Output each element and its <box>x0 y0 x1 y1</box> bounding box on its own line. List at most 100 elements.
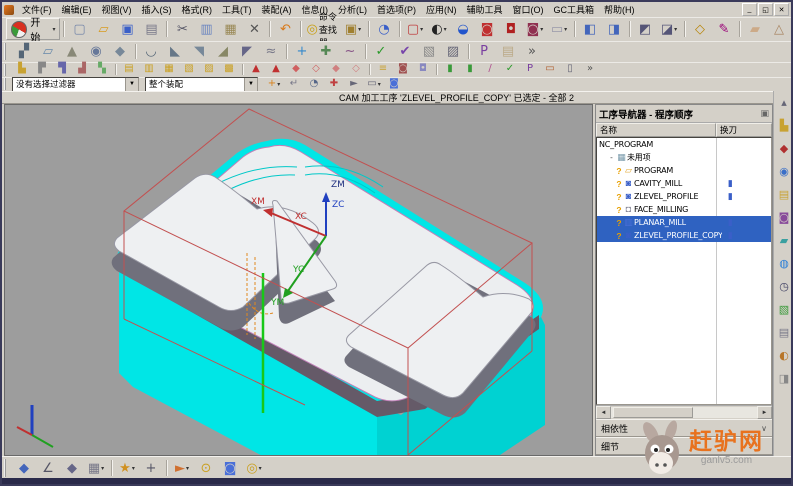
tree-expander[interactable]: - <box>607 153 616 162</box>
sketch-pencil-button[interactable]: ✎ <box>712 18 736 41</box>
close-button[interactable]: ✕ <box>774 3 789 16</box>
more-row2-button[interactable]: » <box>520 41 544 61</box>
assembly-cube-button[interactable]: ◙ <box>475 18 499 41</box>
move-component-button[interactable]: ◆ <box>60 458 84 478</box>
p-post-button[interactable]: P <box>520 62 540 77</box>
visual-effect-button[interactable]: △ <box>767 18 791 41</box>
orient-right-button[interactable]: ◨ <box>602 18 626 41</box>
trim-body-button[interactable]: ◢ <box>211 41 235 61</box>
horizontal-scrollbar[interactable]: ◄ ► <box>596 405 772 419</box>
shaded-cube-button[interactable]: ◙ <box>384 77 404 91</box>
shop-documentation-button[interactable]: ▩ <box>219 62 239 77</box>
undo-button[interactable]: ↶ <box>273 18 297 41</box>
simulation-tab-button[interactable]: ▰ <box>773 229 793 252</box>
workpiece-button[interactable]: ◘ <box>413 62 433 77</box>
marker-3-button[interactable]: ◆ <box>326 62 346 77</box>
measure-button[interactable]: ◇ <box>688 18 712 41</box>
scroll-thumb[interactable] <box>613 407 693 418</box>
select-arrow-button[interactable]: ► <box>344 77 364 91</box>
chevron-down-icon[interactable]: ▼ <box>244 78 257 91</box>
assembly-navigator-button[interactable]: ▙ <box>773 114 793 137</box>
more-row3-button[interactable]: » <box>580 62 600 77</box>
tree-row-未用项[interactable]: -▦未用项 <box>597 151 771 164</box>
sketch-button[interactable]: ▞ <box>12 41 36 61</box>
pin-red-2-button[interactable]: ▲ <box>266 62 286 77</box>
chamfer-button[interactable]: ◣ <box>163 41 187 61</box>
menu-item-assemblies[interactable]: 装配(A) <box>257 3 297 16</box>
tree-row-program[interactable]: ?▱PROGRAM <box>597 164 771 177</box>
edit-feature-button[interactable]: ▨ <box>441 41 465 61</box>
part-cube-button[interactable]: ◘ <box>499 18 523 41</box>
sphere-tool-button[interactable]: ◙ <box>218 458 242 478</box>
marker-1-button[interactable]: ◆ <box>286 62 306 77</box>
column-header-toolchange[interactable]: 换刀 <box>716 123 772 137</box>
tree-row-zlevel_profile_copy[interactable]: ?◙ZLEVEL_PROFILE_COPY▮ <box>597 229 771 242</box>
extrude-button[interactable]: ▲ <box>60 41 84 61</box>
print-button[interactable]: ▤ <box>139 18 163 41</box>
note-pad-button[interactable]: ▤ <box>496 41 520 61</box>
selection-filter-combo[interactable]: 没有选择过滤器 ▼ <box>12 77 139 92</box>
hole-button[interactable]: ◉ <box>84 41 108 61</box>
draft-button[interactable]: ◤ <box>235 41 259 61</box>
star-point-button[interactable]: ★▾ <box>115 458 139 478</box>
marker-2-button[interactable]: ◇ <box>306 62 326 77</box>
restore-button[interactable]: ◱ <box>758 3 773 16</box>
verify-button[interactable]: ✔ <box>393 41 417 61</box>
menu-item-aux-tools[interactable]: 辅助工具 <box>462 3 508 16</box>
examine-geometry-button[interactable]: ✓ <box>369 41 393 61</box>
menu-item-gc-toolbox[interactable]: GC工具箱 <box>549 3 600 16</box>
graphics-viewport[interactable]: ZM ZC XM XC YC YM <box>4 104 593 456</box>
create-geometry-button[interactable]: ▜ <box>52 62 72 77</box>
materials-tab-button[interactable]: ▧ <box>773 298 793 321</box>
menu-item-application[interactable]: 应用(N) <box>421 3 462 16</box>
history-tab-button[interactable]: ◷ <box>773 275 793 298</box>
rect-select-button[interactable]: ▭▾ <box>364 77 384 91</box>
material-strip-button[interactable]: ▰ <box>743 18 767 41</box>
simulate-toolpath-button[interactable]: ▧ <box>179 62 199 77</box>
process-studio-button[interactable]: ▤ <box>773 321 793 344</box>
machine-navigator-button[interactable]: ◙ <box>773 206 793 229</box>
flag-tool-button[interactable]: ►▾ <box>170 458 194 478</box>
scope-combo[interactable]: 整个装配 ▼ <box>145 77 258 92</box>
display-mode-button[interactable]: ◐▾ <box>427 18 451 41</box>
screenshot-button[interactable]: ▣▾ <box>341 18 365 41</box>
operation-list-button[interactable]: ≡ <box>373 62 393 77</box>
orbit-view-button[interactable]: ◔ <box>304 77 324 91</box>
tree-row-nc_program[interactable]: NC_PROGRAM <box>597 138 771 151</box>
angle-snap-button[interactable]: ∠ <box>36 458 60 478</box>
pattern-face-button[interactable]: ◪▾ <box>657 18 681 41</box>
crosshair-point-button[interactable]: + <box>139 458 163 478</box>
edit-display-button[interactable]: ▯ <box>560 62 580 77</box>
globe-tool-button[interactable]: ◎▾ <box>242 458 266 478</box>
section-cube-button[interactable]: ◙▾ <box>523 18 547 41</box>
thread-button[interactable]: ≈ <box>259 41 283 61</box>
delete-button[interactable]: ✕ <box>242 18 266 41</box>
refresh-fit-button[interactable]: ✚ <box>324 77 344 91</box>
anchor-point-button[interactable]: ⊙ <box>194 458 218 478</box>
pin-red-1-button[interactable]: ▲ <box>246 62 266 77</box>
snap-point-button[interactable]: +▾ <box>264 77 284 91</box>
create-program-button[interactable]: ▙ <box>12 62 32 77</box>
part-navigator-button[interactable]: ◉ <box>773 160 793 183</box>
point-button[interactable]: ✚ <box>314 41 338 61</box>
tree-row-cavity_mill[interactable]: ?◙CAVITY_MILL▮ <box>597 177 771 190</box>
edge-blend-button[interactable]: ◡ <box>139 41 163 61</box>
open-file-button[interactable]: ▱ <box>91 18 115 41</box>
datum-csys-button[interactable]: + <box>290 41 314 61</box>
create-method-button[interactable]: ▟ <box>72 62 92 77</box>
menu-item-preferences[interactable]: 首选项(P) <box>372 3 421 16</box>
tree-row-zlevel_profile[interactable]: ?◙ZLEVEL_PROFILE▮ <box>597 190 771 203</box>
manip-handle-button[interactable]: ◆ <box>12 458 36 478</box>
undo-view-button[interactable]: ↵ <box>284 77 304 91</box>
curve-tool-button[interactable]: / <box>480 62 500 77</box>
touch-tab-button[interactable]: ◨ <box>773 367 793 390</box>
menu-item-tools[interactable]: 工具(T) <box>217 3 257 16</box>
web-browser-button[interactable]: ◍ <box>773 252 793 275</box>
deviation-gauge-button[interactable]: ▧ <box>417 41 441 61</box>
column-header-name[interactable]: 名称 <box>596 123 716 137</box>
verify-toolpath-button[interactable]: ▦ <box>159 62 179 77</box>
pin-icon[interactable]: ▣ <box>760 108 769 119</box>
shell-button[interactable]: ◥ <box>187 41 211 61</box>
generate-toolpath-button[interactable]: ▤ <box>119 62 139 77</box>
play-p-button[interactable]: P <box>472 41 496 61</box>
